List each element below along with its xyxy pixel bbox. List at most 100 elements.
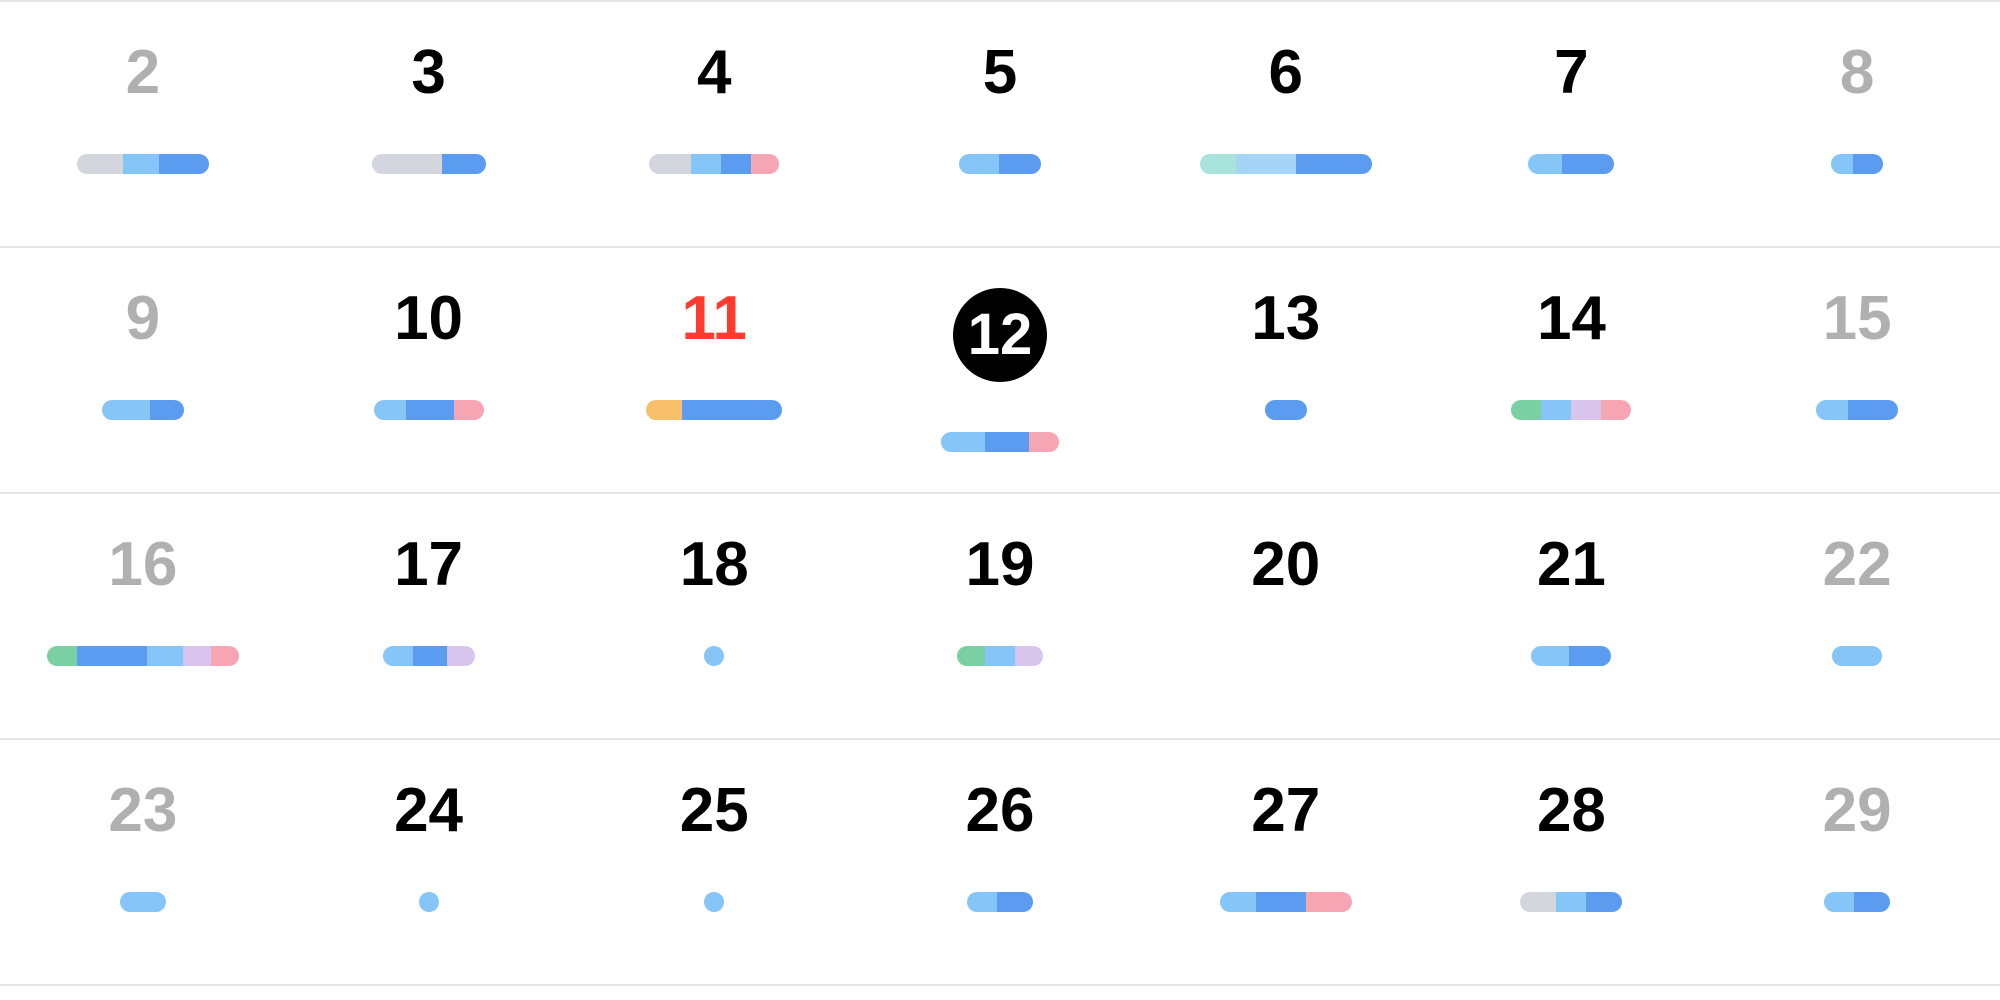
event-segment [1569, 646, 1611, 666]
calendar-day[interactable]: 19 [857, 494, 1143, 738]
calendar-day[interactable]: 3 [286, 2, 572, 246]
calendar-day[interactable]: 8 [1714, 2, 2000, 246]
calendar-week: 2 3 4 5 6 7 8 [0, 0, 2000, 248]
event-bar [1520, 892, 1622, 912]
calendar-week: 9 10 11 12 13 14 15 [0, 248, 2000, 494]
calendar-day-indicators [1511, 398, 1631, 422]
event-segment [120, 892, 166, 912]
calendar-day[interactable]: 10 [286, 248, 572, 492]
calendar-day[interactable]: 2 [0, 2, 286, 246]
calendar-day[interactable]: 16 [0, 494, 286, 738]
event-segment [374, 400, 406, 420]
calendar-day-indicators [957, 644, 1043, 668]
event-segment [957, 646, 985, 666]
calendar-day[interactable]: 24 [286, 740, 572, 984]
calendar-day-indicators [102, 398, 184, 422]
calendar-day-number: 18 [680, 534, 749, 596]
event-segment [751, 154, 779, 174]
calendar-day[interactable]: 4 [571, 2, 857, 246]
calendar-day[interactable]: 25 [571, 740, 857, 984]
calendar-day[interactable]: 13 [1143, 248, 1429, 492]
event-segment [1256, 892, 1306, 912]
calendar-day-number: 15 [1823, 288, 1892, 350]
calendar-day[interactable]: 29 [1714, 740, 2000, 984]
calendar-day[interactable]: 6 [1143, 2, 1429, 246]
calendar-day[interactable]: 28 [1429, 740, 1715, 984]
calendar-day-indicators [1200, 152, 1372, 176]
calendar-day-number: 6 [1268, 42, 1302, 104]
event-segment [159, 154, 209, 174]
calendar-day[interactable]: 11 [571, 248, 857, 492]
event-bar [646, 400, 782, 420]
event-bar [77, 154, 209, 174]
event-segment [447, 646, 475, 666]
event-segment [1296, 154, 1372, 174]
calendar-day-indicators [77, 152, 209, 176]
calendar-day[interactable]: 20 [1143, 494, 1429, 738]
calendar-day-indicators [1824, 890, 1890, 914]
event-segment [1236, 154, 1296, 174]
event-segment [985, 646, 1015, 666]
calendar-day[interactable]: 15 [1714, 248, 2000, 492]
event-segment [649, 154, 691, 174]
calendar-day-number: 14 [1537, 288, 1606, 350]
calendar-day-indicators [1831, 152, 1883, 176]
calendar-day-number: 8 [1840, 42, 1874, 104]
calendar-day[interactable]: 21 [1429, 494, 1715, 738]
event-segment [1556, 892, 1586, 912]
event-segment [1601, 400, 1631, 420]
calendar-day-number: 26 [966, 780, 1035, 842]
event-bar [1511, 400, 1631, 420]
calendar-day-number: 22 [1823, 534, 1892, 596]
calendar-day-number: 7 [1554, 42, 1588, 104]
event-segment [1848, 400, 1898, 420]
event-bar [1816, 400, 1898, 420]
event-segment [123, 154, 159, 174]
calendar-day[interactable]: 12 [857, 248, 1143, 492]
event-segment [150, 400, 184, 420]
calendar-day-indicators [1265, 398, 1307, 422]
event-segment [1029, 432, 1059, 452]
calendar-day[interactable]: 22 [1714, 494, 2000, 738]
event-segment [102, 400, 150, 420]
calendar-day-indicators [704, 644, 724, 668]
calendar-day[interactable]: 14 [1429, 248, 1715, 492]
event-segment [967, 892, 997, 912]
calendar-day[interactable]: 17 [286, 494, 572, 738]
calendar-day[interactable]: 5 [857, 2, 1143, 246]
calendar-day[interactable]: 7 [1429, 2, 1715, 246]
calendar-day-number: 4 [697, 42, 731, 104]
event-segment [1541, 400, 1571, 420]
event-segment [372, 154, 442, 174]
calendar-day[interactable]: 9 [0, 248, 286, 492]
calendar-day-number: 20 [1251, 534, 1320, 596]
event-bar [957, 646, 1043, 666]
calendar-day-number: 21 [1537, 534, 1606, 596]
event-segment [77, 154, 123, 174]
event-bar [1265, 400, 1307, 420]
event-segment [959, 154, 999, 174]
calendar-day-number: 19 [966, 534, 1035, 596]
event-segment [1015, 646, 1043, 666]
calendar-day-indicators [1220, 890, 1352, 914]
event-bar [1220, 892, 1352, 912]
calendar-day[interactable]: 26 [857, 740, 1143, 984]
calendar-day[interactable]: 23 [0, 740, 286, 984]
calendar-day[interactable]: 18 [571, 494, 857, 738]
event-segment [1220, 892, 1256, 912]
calendar-day-number-selected: 12 [953, 288, 1047, 382]
calendar-day-number: 24 [394, 780, 463, 842]
event-segment [1853, 154, 1883, 174]
calendar-day-number: 2 [126, 42, 160, 104]
event-segment [1854, 892, 1890, 912]
event-bar [967, 892, 1033, 912]
calendar-day-number: 10 [394, 288, 463, 350]
event-bar [374, 400, 484, 420]
event-segment [383, 646, 413, 666]
calendar-day-indicators [372, 152, 486, 176]
calendar-day-number: 13 [1251, 288, 1320, 350]
calendar-day[interactable]: 27 [1143, 740, 1429, 984]
event-segment [1571, 400, 1601, 420]
calendar-day-number: 11 [682, 288, 748, 350]
event-bar [102, 400, 184, 420]
